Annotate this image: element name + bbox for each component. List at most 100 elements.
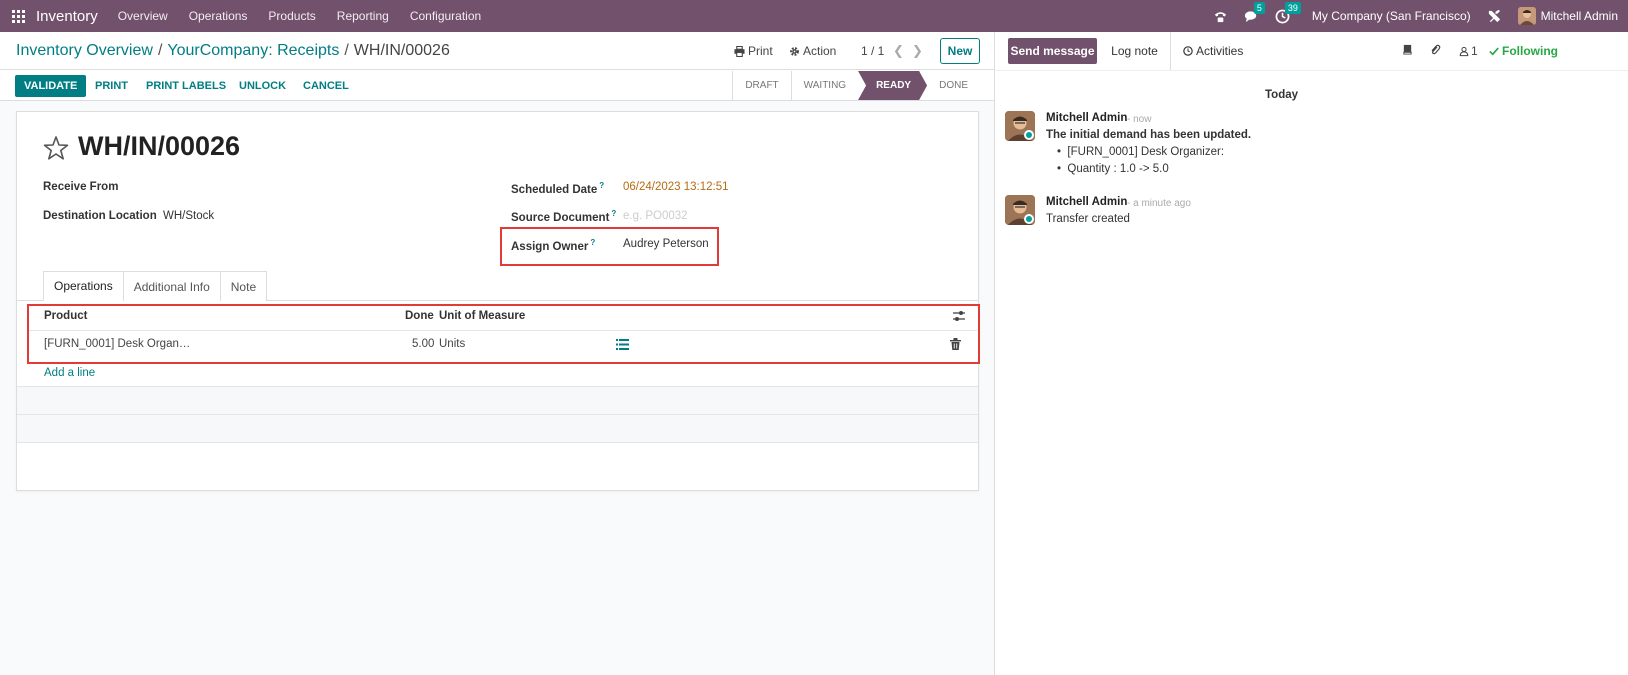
clock-icon [1183, 46, 1193, 56]
message-bullet-1-text: [FURN_0001] Desk Organizer: [1067, 146, 1225, 158]
send-message-button[interactable]: Send message [1008, 38, 1097, 64]
print-report-button[interactable]: PRINT [95, 80, 128, 92]
message-title: The initial demand has been updated. [1046, 129, 1252, 141]
add-line-link[interactable]: Add a line [44, 367, 95, 379]
help-tooltip-icon[interactable]: ? [599, 181, 604, 190]
receive-from-label: Receive From [43, 181, 119, 193]
date-separator: Today [1265, 89, 1299, 101]
assign-owner-label-text: Assign Owner [511, 240, 589, 253]
help-tooltip-icon[interactable]: ? [611, 209, 616, 218]
book-icon[interactable] [1402, 44, 1413, 55]
stage-draft[interactable]: DRAFT [732, 71, 790, 100]
scheduled-date-label: Scheduled Date? [511, 181, 604, 196]
scheduled-date-field[interactable]: 06/24/2023 13:12:51 [623, 181, 729, 193]
debug-tools-icon[interactable] [1487, 9, 1502, 24]
tab-note[interactable]: Note [219, 271, 268, 301]
pager-next-icon[interactable]: ❯ [912, 43, 923, 59]
log-note-button[interactable]: Log note [1099, 32, 1171, 70]
chatter-panel: Send message Log note Activities 1 Follo… [994, 32, 1628, 675]
following-label: Following [1502, 44, 1558, 58]
receive-from-field[interactable] [163, 181, 463, 195]
top-navbar: Inventory Overview Operations Products R… [0, 0, 1628, 32]
assign-owner-field[interactable]: Audrey Peterson [623, 238, 709, 250]
empty-row-divider [17, 442, 978, 443]
menu-reporting[interactable]: Reporting [337, 9, 389, 23]
source-document-field[interactable]: e.g. PO0032 [623, 210, 688, 222]
followers-count: 1 [1471, 44, 1478, 58]
activities-button[interactable]: Activities [1183, 44, 1243, 58]
activities-clock-icon[interactable]: 39 [1275, 1, 1301, 24]
user-icon [1459, 46, 1469, 56]
chatter-header-divider [995, 70, 1628, 71]
favorite-star-icon[interactable] [43, 135, 69, 161]
stage-ready[interactable]: READY [858, 71, 927, 100]
breadcrumb-receipts[interactable]: YourCompany: Receipts [167, 42, 339, 59]
action-button[interactable]: Action [789, 44, 836, 58]
message-author[interactable]: Mitchell Admin [1046, 196, 1127, 208]
empty-row [17, 415, 978, 442]
destination-location-field[interactable]: WH/Stock [163, 210, 214, 222]
messages-badge: 5 [1253, 1, 1265, 14]
messages-icon[interactable]: 5 [1244, 1, 1265, 24]
message-bullet-2-text: Quantity : 1.0 -> 5.0 [1067, 163, 1169, 175]
notebook-tabs: Operations Additional Info Note [43, 271, 268, 301]
app-brand[interactable]: Inventory [36, 8, 98, 25]
breadcrumb-separator: / [344, 42, 349, 59]
pager-value[interactable]: 1 / 1 [861, 44, 884, 58]
stage-pipeline: DRAFT WAITING READY DONE [732, 71, 980, 100]
assign-owner-label: Assign Owner? [511, 238, 595, 253]
stage-waiting[interactable]: WAITING [790, 71, 858, 100]
breadcrumb: Inventory Overview / YourCompany: Receipts… [16, 42, 450, 60]
following-button[interactable]: Following [1489, 44, 1558, 58]
followers-button[interactable]: 1 [1459, 44, 1478, 58]
validate-button[interactable]: VALIDATE [15, 75, 87, 97]
destination-location-label: Destination Location [43, 210, 157, 222]
menu-products[interactable]: Products [268, 9, 315, 23]
help-tooltip-icon[interactable]: ? [590, 238, 595, 247]
message-time: - now [1127, 114, 1152, 125]
source-document-label: Source Document? [511, 209, 616, 224]
activities-label: Activities [1196, 44, 1244, 58]
tab-additional-info[interactable]: Additional Info [122, 271, 221, 301]
paperclip-icon[interactable] [1429, 44, 1441, 56]
apps-menu-icon[interactable] [0, 0, 36, 32]
control-panel: Inventory Overview / YourCompany: Receipts… [0, 32, 994, 70]
print-labels-button[interactable]: PRINT LABELS [146, 80, 226, 92]
action-label: Action [803, 44, 837, 58]
message-body: Transfer created [1046, 213, 1130, 225]
check-icon [1489, 47, 1499, 56]
record-title: WH/IN/00026 [78, 131, 241, 161]
gear-icon [790, 46, 799, 56]
company-switcher[interactable]: My Company (San Francisco) [1312, 9, 1471, 23]
empty-row [17, 387, 978, 414]
print-button[interactable]: Print [734, 44, 773, 58]
activities-badge: 39 [1284, 1, 1301, 14]
message-bullet-2: • Quantity : 1.0 -> 5.0 [1057, 163, 1169, 175]
online-status-dot [1024, 214, 1034, 224]
menu-operations[interactable]: Operations [189, 9, 248, 23]
unlock-button[interactable]: UNLOCK [239, 80, 286, 92]
message-author[interactable]: Mitchell Admin [1046, 112, 1127, 124]
breadcrumb-current: WH/IN/00026 [353, 42, 450, 59]
message-time: - a minute ago [1127, 198, 1191, 209]
scheduled-date-label-text: Scheduled Date [511, 183, 598, 196]
pager-previous-icon[interactable]: ❮ [893, 43, 904, 59]
print-label: Print [748, 44, 773, 58]
breadcrumb-inventory-overview[interactable]: Inventory Overview [16, 42, 153, 59]
user-name[interactable]: Mitchell Admin [1541, 9, 1618, 23]
source-document-label-text: Source Document [511, 211, 610, 224]
new-button[interactable]: New [940, 38, 980, 64]
printer-icon [734, 45, 745, 57]
breadcrumb-separator: / [157, 42, 163, 59]
user-avatar[interactable] [1517, 7, 1536, 25]
operations-table-highlight [27, 304, 980, 364]
message-bullet-1: • [FURN_0001] Desk Organizer: [1057, 146, 1225, 158]
menu-configuration[interactable]: Configuration [410, 9, 481, 23]
menu-overview[interactable]: Overview [118, 9, 168, 23]
status-bar: VALIDATE PRINT PRINT LABELS UNLOCK CANCE… [0, 71, 994, 101]
cancel-button[interactable]: CANCEL [303, 80, 349, 92]
online-status-dot [1024, 130, 1034, 140]
tab-operations[interactable]: Operations [43, 271, 124, 301]
phone-icon[interactable] [1213, 9, 1228, 24]
stage-done[interactable]: DONE [927, 71, 980, 100]
